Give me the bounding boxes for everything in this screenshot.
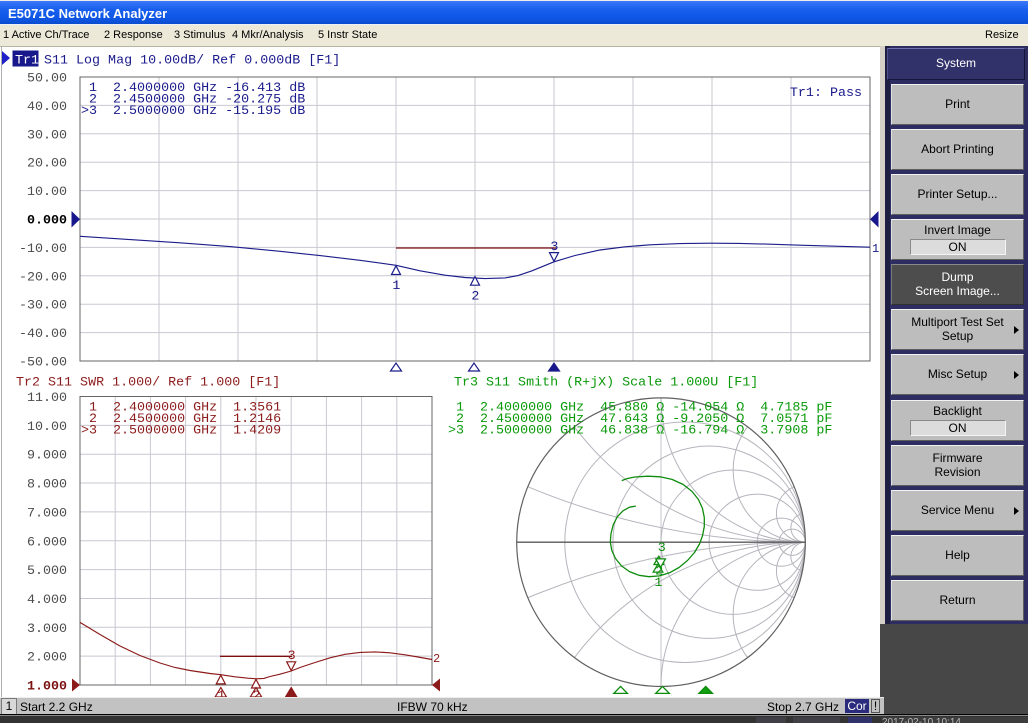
svg-text:>3 2.5000000 GHz -15.195 dB: >3 2.5000000 GHz -15.195 dB (81, 104, 305, 119)
svg-text:Tr1: Pass: Tr1: Pass (790, 86, 862, 101)
svg-text:1: 1 (217, 689, 225, 697)
svg-text:2: 2 (433, 652, 440, 666)
svg-text:Tr2 S11 SWR 1.000/ Ref 1.000 [: Tr2 S11 SWR 1.000/ Ref 1.000 [F1] (16, 376, 280, 391)
svg-text:1: 1 (392, 279, 400, 294)
svg-text:>3 2.5000000 GHz 1.4209: >3 2.5000000 GHz 1.4209 (81, 424, 281, 439)
svg-text:2.000: 2.000 (27, 651, 67, 666)
svg-text:10.00: 10.00 (27, 420, 67, 435)
svg-text:-30.00: -30.00 (19, 299, 67, 314)
svg-text:5.000: 5.000 (27, 564, 67, 579)
svg-text:Tr1: Tr1 (15, 54, 39, 69)
svg-text:-20.00: -20.00 (19, 270, 67, 285)
svg-text:2: 2 (471, 290, 479, 305)
svg-text:20.00: 20.00 (27, 157, 67, 172)
svg-text:3.000: 3.000 (27, 622, 67, 637)
svg-text:40.00: 40.00 (27, 100, 67, 115)
svg-text:4.000: 4.000 (27, 593, 67, 608)
svg-text:-40.00: -40.00 (19, 327, 67, 342)
svg-text:11.00: 11.00 (27, 391, 67, 406)
svg-text:3: 3 (658, 541, 666, 556)
svg-text:6.000: 6.000 (27, 535, 67, 550)
svg-text:Tr3 S11 Smith (R+jX) Scale 1.0: Tr3 S11 Smith (R+jX) Scale 1.000U [F1] (454, 376, 758, 391)
svg-text:-10.00: -10.00 (19, 242, 67, 257)
svg-text:1: 1 (872, 242, 879, 256)
svg-text:30.00: 30.00 (27, 128, 67, 143)
svg-text:>3 2.5000000 GHz 46.838 Ω -1: >3 2.5000000 GHz 46.838 Ω -16.794 Ω 3.79… (448, 424, 832, 439)
svg-text:-50.00: -50.00 (19, 356, 67, 371)
svg-text:7.000: 7.000 (27, 506, 67, 521)
svg-text:1: 1 (654, 576, 662, 591)
svg-text:S11 Log Mag 10.00dB/ Ref 0.000: S11 Log Mag 10.00dB/ Ref 0.000dB [F1] (44, 54, 340, 69)
svg-text:8.000: 8.000 (27, 478, 67, 493)
svg-text:0.000: 0.000 (27, 214, 67, 229)
svg-text:2: 2 (252, 689, 260, 697)
svg-text:9.000: 9.000 (27, 449, 67, 464)
svg-text:3: 3 (550, 240, 558, 255)
svg-text:1.000: 1.000 (27, 680, 67, 695)
svg-text:50.00: 50.00 (27, 72, 67, 87)
svg-text:10.00: 10.00 (27, 185, 67, 200)
svg-text:3: 3 (288, 649, 296, 664)
